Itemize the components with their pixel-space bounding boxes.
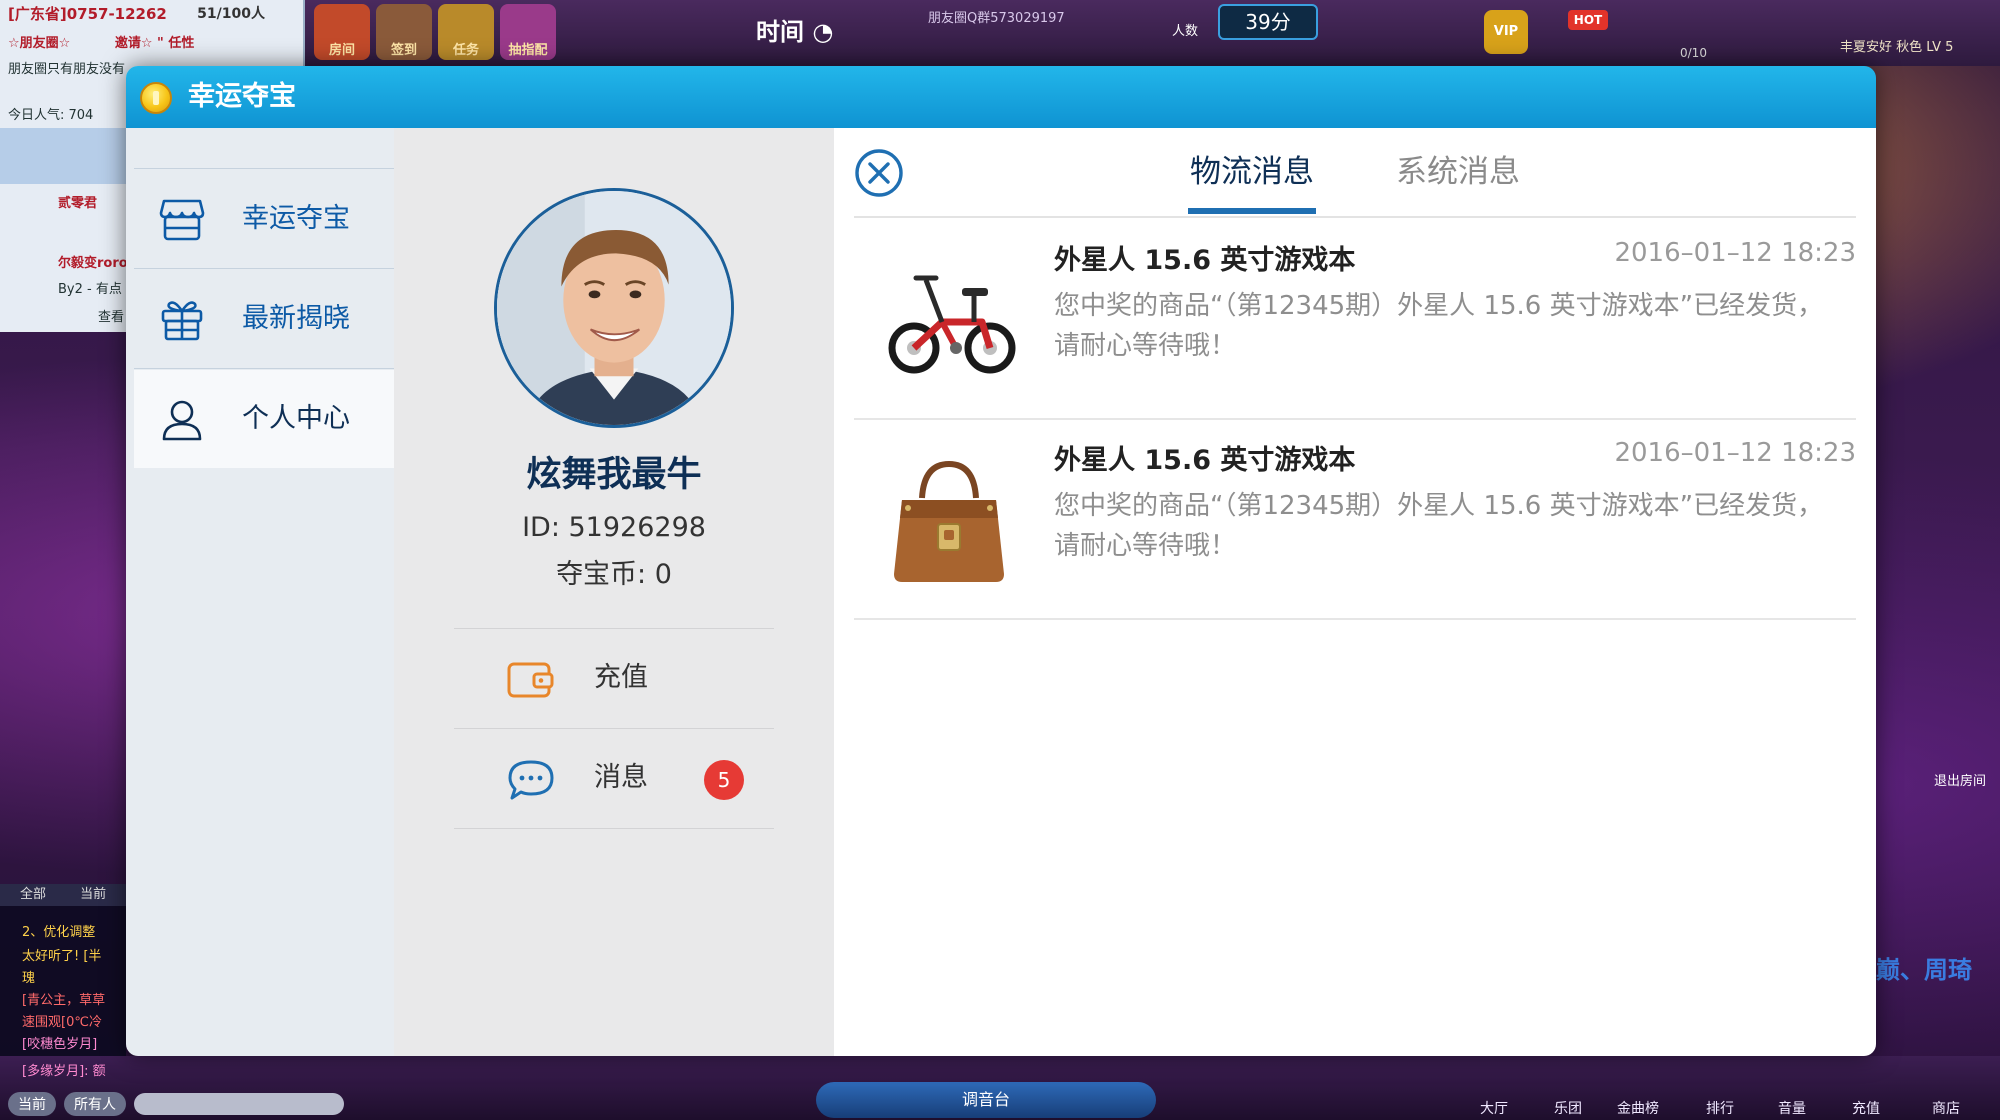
message-time: 2016–01–12 18:23 <box>1614 438 1856 468</box>
handbag-image <box>894 460 1004 582</box>
bottom-volume[interactable]: 音量 <box>1762 1098 1822 1118</box>
avatar[interactable] <box>494 188 734 428</box>
modal-title-bar: 幸运夺宝 <box>126 66 1876 128</box>
sidebar-item-personal-center[interactable]: 个人中心 <box>134 370 394 468</box>
user-level: 丰夏安好 秋色 LV 5 <box>1840 40 1954 55</box>
tab-logistics[interactable]: 物流消息 <box>1174 128 1330 216</box>
bottom-rank[interactable]: 排行 <box>1690 1098 1750 1118</box>
task-icon[interactable]: 任务 <box>438 4 494 60</box>
coin-icon <box>140 82 172 114</box>
chat-line: [多缘岁月]: 额 <box>22 1064 106 1079</box>
list-item[interactable]: 外星人 15.6 英寸游戏本 2016–01–12 18:23 您中奖的商品“（… <box>854 218 1856 418</box>
avatar-image <box>497 191 731 425</box>
tab-system[interactable]: 系统消息 <box>1380 128 1536 216</box>
nav-divider <box>134 168 394 169</box>
chat-input[interactable] <box>134 1093 344 1115</box>
slot-count: 0/10 <box>1680 46 1707 60</box>
list-item[interactable]: 外星人 15.6 英寸游戏本 2016–01–12 18:23 您中奖的商品“（… <box>854 418 1856 618</box>
sidebar-item-latest-reveal[interactable]: 最新揭晓 <box>134 270 394 368</box>
chat-tabs: 全部 当前 <box>0 884 126 906</box>
room-tagline: ☆朋友圈☆ 邀请☆ " 任性 <box>8 36 195 51</box>
bottom-lobby[interactable]: 大厅 <box>1464 1098 1524 1118</box>
message-body: 您中奖的商品“（第12345期）外星人 15.6 英寸游戏本”已经发货，请耐心等… <box>1054 491 1824 561</box>
score-display: 39分 <box>1218 4 1318 40</box>
active-tab-indicator <box>1188 208 1316 214</box>
message-body: 您中奖的商品“（第12345期）外星人 15.6 英寸游戏本”已经发货，请耐心等… <box>1054 291 1824 361</box>
profile-coins: 夺宝币: 0 <box>556 559 672 590</box>
message-title: 外星人 15.6 英寸游戏本 <box>1054 445 1356 476</box>
chat-line: 2、优化调整 <box>22 925 96 940</box>
wallet-icon <box>507 662 554 698</box>
messages-label: 消息 <box>594 762 648 793</box>
side-announcement: 巅、周琦 <box>1876 956 1972 984</box>
room-title: [广东省]0757-12262 51/100人 <box>0 0 305 28</box>
checkin-icon[interactable]: 签到 <box>376 4 432 60</box>
lucky-draw-modal: 幸运夺宝 幸运夺宝 最新揭晓 个人中心 炫舞我最牛 ID: 51926298 夺… <box>126 66 1876 1056</box>
profile-panel: 炫舞我最牛 ID: 51926298 夺宝币: 0 充值 消息 5 <box>394 128 834 1056</box>
sidebar-item-label: 个人中心 <box>242 403 350 434</box>
chat-target-select[interactable]: 所有人 <box>64 1092 126 1116</box>
chat-line: [咬穗色岁月] <box>22 1037 98 1052</box>
message-count-badge: 5 <box>704 760 744 800</box>
hot-badge: HOT <box>1568 10 1608 30</box>
vip-icon[interactable]: VIP <box>1484 10 1528 54</box>
messages-panel: 物流消息 系统消息 外星人 15.6 英寸游戏本 2016–01–12 18:2… <box>834 128 1876 1056</box>
close-icon[interactable] <box>854 148 904 198</box>
nav-divider <box>134 268 394 269</box>
chat-bubble-icon <box>508 760 554 800</box>
game-timer: 时间 ◔ <box>756 18 834 46</box>
recharge-label: 充值 <box>594 662 648 693</box>
message-time: 2016–01–12 18:23 <box>1614 238 1856 268</box>
room-invite[interactable]: 邀请☆ " 任性 <box>115 36 194 51</box>
room-icon[interactable]: 房间 <box>314 4 370 60</box>
chat-line: 瑰 <box>22 971 36 986</box>
exit-room-button[interactable]: 退出房间 <box>1934 770 2000 792</box>
chat-input-controls: 当前 所有人 <box>8 1090 428 1118</box>
room-count: 51/100人 <box>197 6 265 22</box>
bottom-chart[interactable]: 金曲榜 <box>1608 1098 1668 1118</box>
qq-group-label: 朋友圈Q群573029197 <box>928 11 1065 26</box>
modal-title: 幸运夺宝 <box>188 81 296 112</box>
recharge-button[interactable]: 充值 <box>454 628 774 728</box>
chat-line: [青公主，草草 <box>22 993 106 1008</box>
people-label: 人数 <box>1172 24 1199 39</box>
sidebar-item-lucky-draw[interactable]: 幸运夺宝 <box>134 170 394 268</box>
message-title: 外星人 15.6 英寸游戏本 <box>1054 245 1356 276</box>
mixer-button[interactable]: 调音台 <box>816 1082 1156 1118</box>
bottom-recharge[interactable]: 充值 <box>1836 1098 1896 1118</box>
chat-tab-all[interactable]: 全部 <box>20 887 46 902</box>
bicycle-image <box>888 275 1016 374</box>
store-icon <box>159 199 205 241</box>
chat-line: 速围观[0℃冷 <box>22 1015 102 1030</box>
sidebar-item-label: 最新揭晓 <box>242 303 350 334</box>
profile-id: ID: 51926298 <box>522 512 706 543</box>
bottom-band[interactable]: 乐团 <box>1538 1098 1598 1118</box>
sidebar-item-label: 幸运夺宝 <box>242 203 350 234</box>
message-divider <box>854 618 1856 620</box>
nav-divider <box>134 368 394 369</box>
gift-icon <box>161 301 203 341</box>
chat-tab-current[interactable]: 当前 <box>80 887 106 902</box>
sidebar-nav: 幸运夺宝 最新揭晓 个人中心 <box>126 128 394 1056</box>
chat-scope-select[interactable]: 当前 <box>8 1092 56 1116</box>
bottom-shop[interactable]: 商店 <box>1916 1098 1976 1118</box>
profile-divider <box>454 828 774 829</box>
messages-button[interactable]: 消息 5 <box>454 728 774 828</box>
profile-nickname: 炫舞我最牛 <box>526 455 702 495</box>
lottery-icon[interactable]: 抽指配 <box>500 4 556 60</box>
user-icon <box>162 400 202 441</box>
chat-line: 太好听了! [半 <box>22 949 102 964</box>
